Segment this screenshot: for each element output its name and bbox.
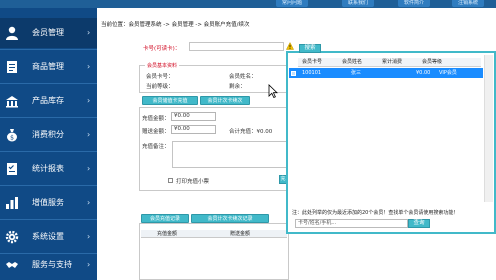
- records-col-gift: 赠送金额: [230, 231, 251, 237]
- gift-amount-input[interactable]: ¥0.00: [171, 125, 216, 134]
- dialog-title: 搜索: [299, 44, 321, 53]
- recharge-note-textarea[interactable]: [172, 141, 287, 168]
- gear-icon: [5, 230, 19, 244]
- breadcrumb: 当前位置：会员管理系统 -> 会员管理 -> 会员账户充值/续次: [101, 22, 250, 28]
- row-card-no: 100101: [302, 70, 322, 76]
- divider: [0, 219, 97, 220]
- handshake-icon: [5, 258, 19, 272]
- dialog-col-spend: 累计消费: [382, 59, 403, 65]
- query-button[interactable]: 查询: [408, 219, 430, 228]
- sidebar-item-products[interactable]: 商品管理 ›: [0, 52, 97, 82]
- sidebar-item-label: 会员管理: [32, 28, 64, 37]
- sidebar: 会员管理 › 商品管理 › 产品库存 › $ 消费积分 › 统计报表 › 增值服…: [0, 8, 97, 280]
- recharge-amount-input[interactable]: ¥0.00: [171, 112, 216, 121]
- sidebar-item-inventory[interactable]: 产品库存 ›: [0, 86, 97, 116]
- divider: [0, 83, 97, 84]
- sidebar-item-label: 增值服务: [32, 198, 64, 207]
- warning-icon: [286, 42, 294, 50]
- chevron-right-icon: ›: [87, 164, 91, 173]
- row-select-checkbox[interactable]: [291, 71, 296, 76]
- bar-chart-icon: [5, 196, 19, 210]
- sidebar-item-support[interactable]: 服务与支持 ›: [0, 250, 97, 280]
- print-receipt-label: 打印充值小票: [176, 179, 210, 185]
- search-input[interactable]: 卡号/姓名/手机...: [295, 219, 408, 228]
- tab-recharge-records[interactable]: 会员充值记录: [141, 214, 189, 223]
- topbar-link-logout[interactable]: 注销系统: [452, 0, 485, 7]
- svg-text:$: $: [10, 135, 14, 142]
- dialog-note: 注：此处列举的仅为最近添加的20个会员！查找单个会员请使用搜索功能！: [292, 210, 459, 216]
- member-card-no-label: 会员卡号：: [146, 74, 174, 80]
- chevron-right-icon: ›: [87, 62, 91, 71]
- sidebar-item-label: 商品管理: [32, 62, 64, 71]
- member-level-label: 当前等级：: [146, 84, 174, 90]
- sidebar-item-label: 消费积分: [32, 130, 64, 139]
- topbar-link-contact[interactable]: 联系我们: [342, 0, 375, 7]
- tab-recharge[interactable]: 会员储值卡充值: [142, 96, 198, 105]
- money-bag-icon: $: [5, 128, 19, 142]
- topbar-link-faq[interactable]: 常问问题: [276, 0, 309, 7]
- user-icon: [5, 26, 19, 40]
- row-name: 张三: [351, 70, 362, 76]
- dialog-scrollbar[interactable]: [484, 55, 493, 202]
- document-icon: [5, 60, 19, 74]
- topbar-link-about[interactable]: 软件简介: [398, 0, 431, 7]
- sidebar-item-services[interactable]: 增值服务 ›: [0, 188, 97, 218]
- dialog-col-card: 会员卡号: [302, 59, 323, 65]
- sidebar-item-label: 统计报表: [32, 164, 64, 173]
- tab-count-records[interactable]: 会员计次卡续次记录: [191, 214, 269, 223]
- member-search-dialog: [286, 51, 496, 234]
- chevron-right-icon: ›: [87, 260, 91, 269]
- dialog-col-level: 会员等级: [422, 59, 443, 65]
- sidebar-item-members[interactable]: 会员管理 ›: [0, 18, 97, 48]
- divider: [0, 49, 97, 50]
- divider: [0, 151, 97, 152]
- member-balance-label: 剩余：: [229, 84, 246, 90]
- member-info-legend: 会员基本资料: [145, 62, 180, 69]
- total-recharge-label: 合计充值：¥0.00: [229, 129, 273, 135]
- dialog-col-name: 会员姓名: [342, 59, 363, 65]
- divider: [0, 117, 97, 118]
- chevron-right-icon: ›: [87, 96, 91, 105]
- mouse-cursor-icon: [268, 84, 278, 98]
- records-col-amount: 充值金额: [157, 231, 178, 237]
- recharge-note-label: 充值备注：: [142, 144, 170, 150]
- row-spend: ¥0.00: [416, 70, 431, 76]
- sidebar-item-reports[interactable]: 统计报表 ›: [0, 154, 97, 184]
- row-level: VIP会员: [439, 70, 457, 76]
- chevron-right-icon: ›: [87, 130, 91, 139]
- sidebar-item-label: 服务与支持: [32, 260, 72, 269]
- chevron-right-icon: ›: [87, 198, 91, 207]
- card-number-label: 卡号(可读卡)：: [143, 46, 181, 52]
- building-icon: [5, 94, 19, 108]
- sidebar-item-settings[interactable]: 系统设置 ›: [0, 222, 97, 252]
- card-number-input[interactable]: [189, 42, 284, 51]
- gift-amount-label: 赠送金额：: [142, 129, 170, 135]
- sidebar-item-label: 产品库存: [32, 96, 64, 105]
- recharge-amount-label: 充值金额：: [142, 116, 170, 122]
- chevron-right-icon: ›: [87, 28, 91, 37]
- checklist-icon: [5, 162, 19, 176]
- print-receipt-checkbox[interactable]: [168, 178, 173, 183]
- top-bar: 常问问题 联系我们 软件简介 注销系统: [0, 0, 496, 8]
- chevron-right-icon: ›: [87, 232, 91, 241]
- sidebar-item-points[interactable]: $ 消费积分 ›: [0, 120, 97, 150]
- sidebar-item-label: 系统设置: [32, 232, 64, 241]
- member-name-label: 会员姓名：: [229, 74, 257, 80]
- tab-count-card[interactable]: 会员计次卡续次: [200, 96, 250, 105]
- divider: [0, 185, 97, 186]
